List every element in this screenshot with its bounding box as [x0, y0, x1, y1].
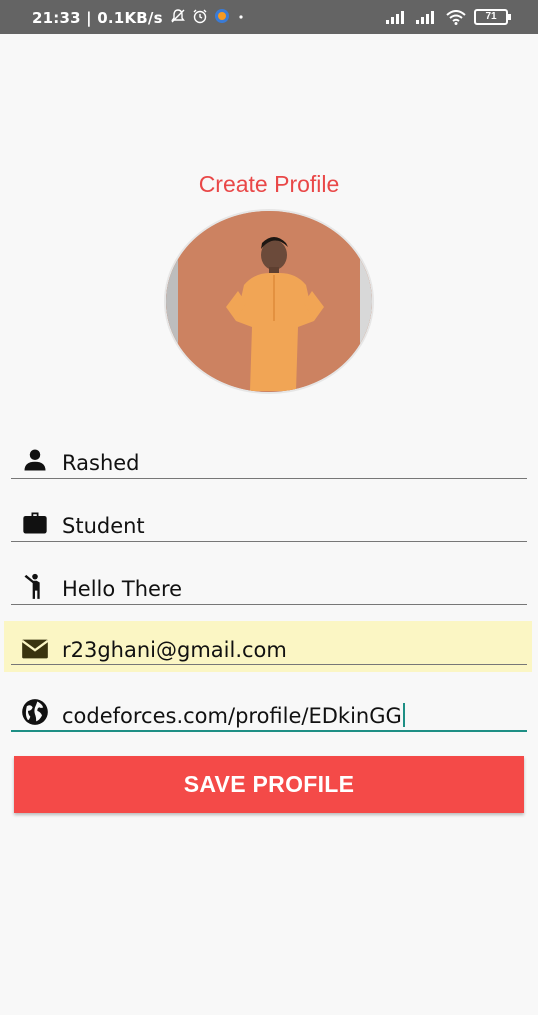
wifi-icon — [446, 9, 466, 25]
name-field[interactable]: Rashed — [11, 434, 527, 479]
name-value: Rashed — [62, 451, 140, 475]
occupation-value: Student — [62, 514, 145, 538]
page-title: Create Profile — [198, 171, 340, 197]
website-value: codeforces.com/profile/EDkinGG — [62, 703, 405, 728]
globe-icon — [22, 699, 48, 725]
person-icon — [24, 449, 46, 471]
briefcase-icon — [23, 512, 47, 534]
email-value: r23ghani@gmail.com — [62, 638, 287, 662]
status-bar: 21:33 | 0.1KB/s 71 — [0, 0, 538, 34]
status-notification-icons — [170, 8, 246, 24]
mail-icon — [21, 639, 49, 659]
status-time: 21:33 | 0.1KB/s — [32, 9, 163, 27]
alarm-icon — [193, 9, 207, 24]
website-field[interactable]: codeforces.com/profile/EDkinGG — [11, 686, 527, 732]
website-text: codeforces.com/profile/EDkinGG — [62, 704, 402, 728]
battery-indicator: 71 — [474, 9, 511, 25]
profile-photo — [166, 211, 372, 392]
waving-person-icon — [24, 573, 40, 599]
email-field[interactable]: r23ghani@gmail.com — [4, 621, 532, 672]
occupation-field[interactable]: Student — [11, 497, 527, 542]
email-underline — [11, 664, 527, 665]
save-profile-button[interactable]: SAVE PROFILE — [14, 756, 524, 813]
status-system-icons: 71 — [386, 9, 511, 25]
signal-icon — [386, 11, 404, 24]
app-notification-icon — [215, 9, 229, 23]
profile-avatar[interactable] — [166, 211, 372, 392]
signal-icon-2 — [416, 11, 434, 24]
bell-off-icon — [171, 9, 185, 23]
text-cursor — [402, 703, 405, 727]
bio-field[interactable]: Hello There — [11, 560, 527, 605]
dot-icon — [239, 15, 243, 19]
bio-value: Hello There — [62, 577, 183, 601]
